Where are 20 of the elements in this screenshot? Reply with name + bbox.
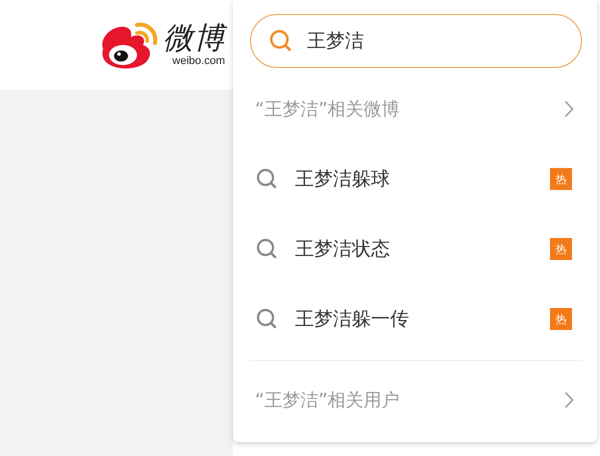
suggestion-item[interactable]: 王梦洁躲球 热 [250,144,582,214]
search-icon [268,28,294,54]
chevron-icon [564,100,574,118]
related-link-label: “王梦洁”相关微博 [255,98,400,121]
hot-badge: 热 [550,308,572,330]
suggestion-label: 王梦洁躲球 [295,167,391,192]
logo-name: 微博 [163,23,225,55]
search-icon [255,167,279,191]
hot-badge: 热 [550,238,572,260]
search-field[interactable]: 王梦洁 [250,14,582,68]
suggestion-label: 王梦洁躲一传 [295,307,410,332]
logo-domain: weibo.com [172,55,225,67]
related-link-label: “王梦洁”相关用户 [255,389,400,412]
suggestion-label: 王梦洁状态 [295,237,391,262]
suggestion-item[interactable]: 王梦洁躲一传 热 [250,284,582,354]
suggestion-item[interactable]: 王梦洁状态 热 [250,214,582,284]
chevron-icon [564,391,574,409]
hot-badge: 热 [550,168,572,190]
search-icon [255,307,279,331]
search-icon [255,237,279,261]
